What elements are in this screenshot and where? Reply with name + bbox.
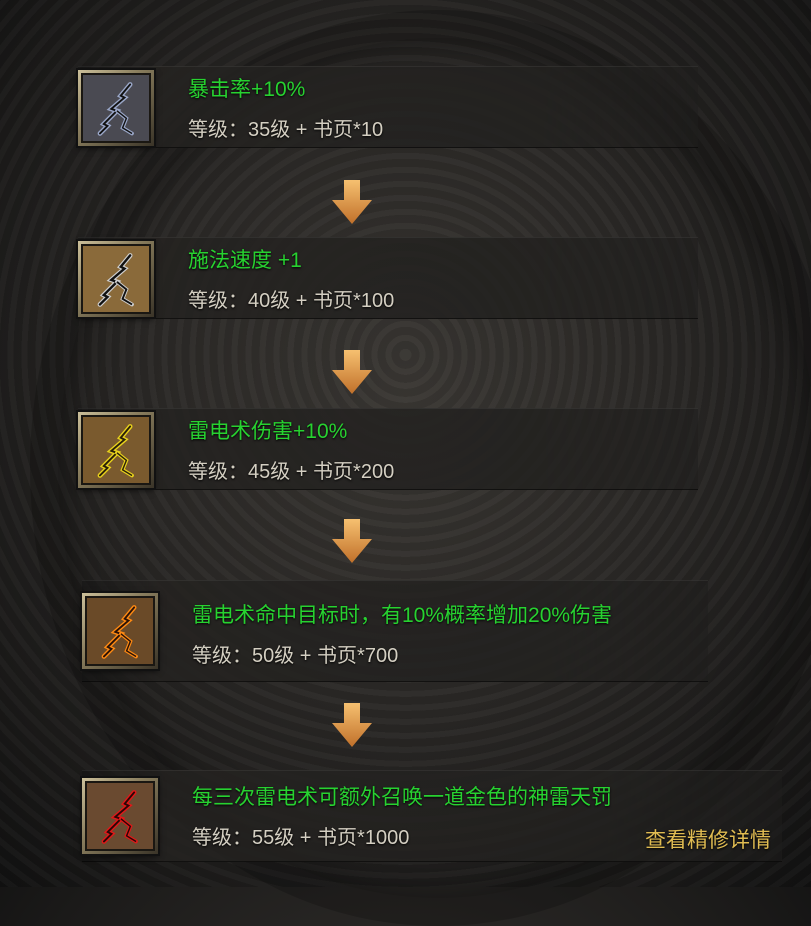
upgrade-row-2[interactable]: 施法速度 +1 等级：40级 + 书页*100 [78, 237, 698, 319]
lightning-rune-icon [85, 781, 155, 851]
upgrade-title: 雷电术命中目标时，有10%概率增加20%伤害 [192, 604, 613, 627]
upgrade-icon-frame [82, 593, 158, 669]
down-arrow-icon [332, 350, 372, 394]
upgrade-title: 雷电术伤害+10% [188, 420, 348, 443]
view-details-link[interactable]: 查看精修详情 [645, 824, 771, 854]
down-arrow-icon [332, 519, 372, 563]
upgrade-requirement: 等级：45级 + 书页*200 [188, 461, 395, 483]
upgrade-icon-frame [78, 241, 154, 317]
upgrade-icon-frame [78, 412, 154, 488]
upgrade-row-3[interactable]: 雷电术伤害+10% 等级：45级 + 书页*200 [78, 408, 698, 490]
upgrade-requirement: 等级：35级 + 书页*10 [188, 119, 384, 141]
upgrade-icon-frame [82, 778, 158, 854]
upgrade-row-1[interactable]: 暴击率+10% 等级：35级 + 书页*10 [78, 66, 698, 148]
lightning-rune-icon [81, 73, 151, 143]
lightning-rune-icon [81, 244, 151, 314]
lightning-rune-icon [81, 415, 151, 485]
down-arrow-icon [332, 703, 372, 747]
upgrade-title: 施法速度 +1 [188, 249, 302, 272]
upgrade-requirement: 等级：50级 + 书页*700 [192, 645, 399, 667]
upgrade-requirement: 等级：40级 + 书页*100 [188, 290, 395, 312]
down-arrow-icon [332, 180, 372, 224]
upgrade-title: 暴击率+10% [188, 78, 306, 101]
upgrade-icon-frame [78, 70, 154, 146]
upgrade-row-4[interactable]: 雷电术命中目标时，有10%概率增加20%伤害 等级：50级 + 书页*700 [82, 580, 708, 682]
upgrade-title: 每三次雷电术可额外召唤一道金色的神雷天罚 [192, 786, 612, 809]
lightning-rune-icon [85, 596, 155, 666]
